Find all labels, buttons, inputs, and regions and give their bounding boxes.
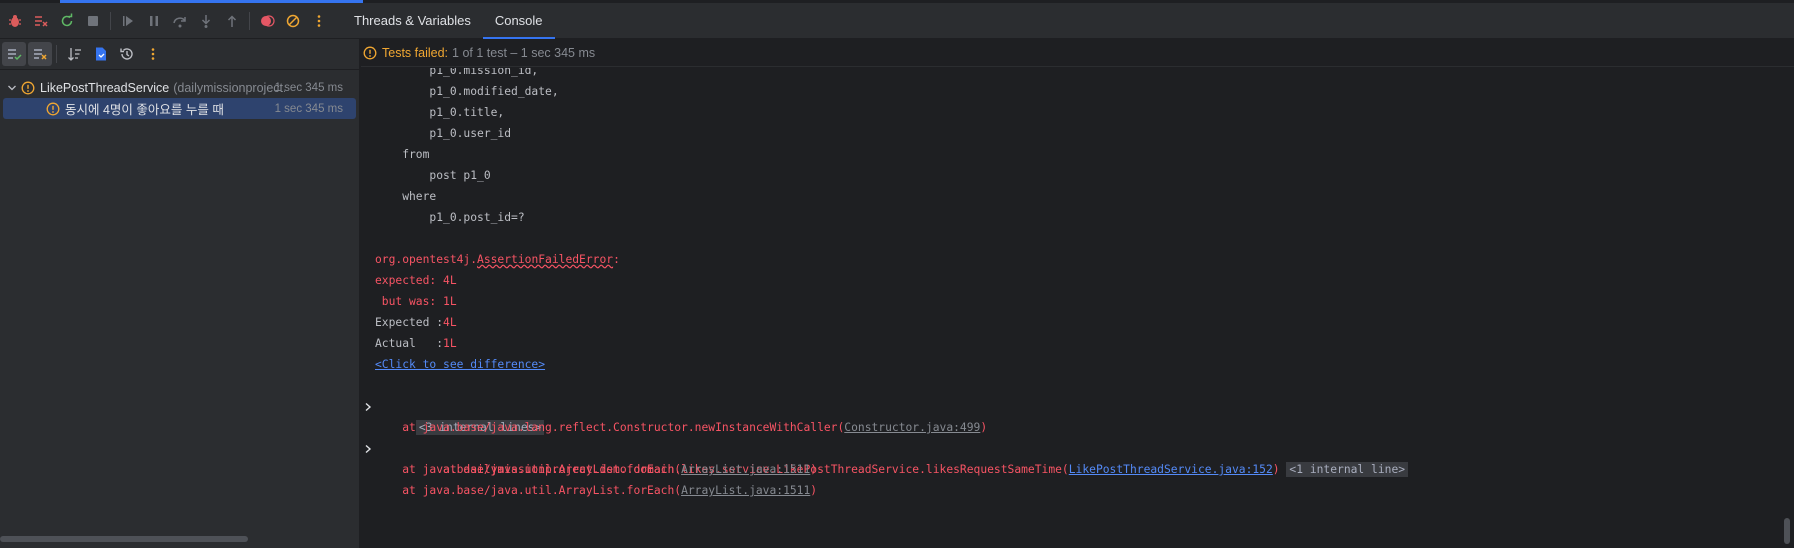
toolbar-divider: [249, 12, 250, 30]
click-to-see-difference-link[interactable]: <Click to see difference>: [375, 358, 545, 371]
step-out-icon[interactable]: [219, 8, 245, 34]
test-class-node[interactable]: LikePostThreadService (dailymissionproje…: [0, 77, 359, 98]
test-method-name: 동시에 4명이 좋아요를 누를 때: [65, 103, 224, 117]
error-package: org.opentest4j.: [375, 253, 478, 266]
test-class-name: LikePostThreadService: [40, 80, 170, 95]
stack-frame: at dailymissionproject.demo.domain.likes…: [361, 438, 1794, 477]
test-method-node[interactable]: 동시에 4명이 좋아요를 누를 때 1 sec 345 ms: [3, 98, 356, 119]
show-ignored-toggle-icon[interactable]: [28, 42, 52, 66]
log-line: p1_0.title,: [375, 106, 505, 119]
warning-icon: [45, 101, 61, 117]
stack-frame: at java.base/java.util.ArrayList.forEach…: [361, 480, 1794, 501]
test-status-line: Tests failed: 1 of 1 test – 1 sec 345 ms: [361, 39, 1794, 67]
error-but-was-line: but was: 1L: [375, 295, 457, 308]
import-tests-icon[interactable]: [89, 42, 113, 66]
diff-line: <Click to see difference>: [361, 354, 1794, 375]
step-over-icon[interactable]: [167, 8, 193, 34]
folded-internal-lines[interactable]: <3 internal lines>: [361, 396, 1794, 435]
tab-strip: Threads & Variables Console: [342, 3, 555, 39]
error-class-link[interactable]: AssertionFailedError: [477, 253, 613, 266]
stack-frame: at java.base/java.lang.reflect.Construct…: [361, 417, 1794, 438]
rerun-icon[interactable]: [54, 8, 80, 34]
expected-line: Expected :4L: [361, 312, 1794, 333]
sort-icon[interactable]: [63, 42, 87, 66]
view-breakpoints-icon[interactable]: [254, 8, 280, 34]
pause-icon[interactable]: [141, 8, 167, 34]
stack-frame-text: at java.base/java.util.ArrayList.forEach…: [375, 484, 682, 497]
mute-breakpoints-icon[interactable]: [280, 8, 306, 34]
step-into-icon[interactable]: [193, 8, 219, 34]
stop-all-icon[interactable]: [28, 8, 54, 34]
error-header-line: org.opentest4j.AssertionFailedError:: [361, 249, 1794, 270]
actual-line: Actual :1L: [361, 333, 1794, 354]
resume-icon[interactable]: [115, 8, 141, 34]
stack-frame-link[interactable]: ArrayList.java:1511: [681, 484, 810, 497]
test-runner-toolbar: [0, 39, 359, 70]
show-passed-toggle-icon[interactable]: [2, 42, 26, 66]
tests-summary: 1 of 1 test – 1 sec 345 ms: [452, 45, 596, 60]
stack-frame-link[interactable]: Constructor.java:499: [844, 421, 980, 434]
toolbar-divider: [56, 45, 57, 63]
stack-frame-text: at java.base/java.lang.reflect.Construct…: [375, 421, 845, 434]
toolbar-divider: [110, 12, 111, 30]
error-expected-line: expected: 4L: [375, 274, 457, 287]
stack-frame-paren: ): [810, 484, 818, 497]
expected-value: 4L: [443, 316, 457, 329]
chevron-right-icon[interactable]: [363, 396, 373, 417]
more-options-icon[interactable]: [306, 8, 332, 34]
vertical-scrollbar[interactable]: [1784, 518, 1790, 544]
console-output[interactable]: p1_0.mission_id, p1_0.modified_date, p1_…: [361, 68, 1794, 548]
stack-frame-link[interactable]: ArrayList.java:1511: [681, 463, 810, 476]
warning-icon: [363, 46, 377, 60]
debug-toolbar-row: Threads & Variables Console: [0, 3, 1794, 39]
chevron-down-icon[interactable]: [4, 83, 20, 93]
chevron-right-icon[interactable]: [363, 438, 373, 459]
tab-console[interactable]: Console: [482, 3, 555, 39]
log-line: p1_0.mission_id,: [375, 68, 539, 77]
test-method-duration: 1 sec 345 ms: [274, 102, 343, 115]
log-line: where: [375, 190, 437, 203]
warning-icon: [20, 80, 36, 96]
stack-frame: at java.base/java.util.ArrayList.forEach…: [361, 459, 1794, 480]
log-line: p1_0.modified_date,: [375, 85, 559, 98]
console-panel: Tests failed: 1 of 1 test – 1 sec 345 ms…: [361, 39, 1794, 548]
stack-frame-paren: ): [810, 463, 818, 476]
tests-failed-label: Tests failed:: [382, 45, 449, 60]
expected-label: Expected :: [375, 316, 444, 329]
test-runner-panel: LikePostThreadService (dailymissionproje…: [0, 39, 360, 548]
actual-value: 1L: [443, 337, 457, 350]
log-line: post p1_0: [375, 169, 491, 182]
log-line: p1_0.post_id=?: [375, 211, 525, 224]
stack-frame-paren: ): [980, 421, 988, 434]
test-tree: LikePostThreadService (dailymissionproje…: [0, 70, 359, 119]
debug-toolbar: [0, 3, 332, 39]
log-line: p1_0.user_id: [375, 127, 512, 140]
debug-bug-icon[interactable]: [2, 8, 28, 34]
error-colon: :: [613, 253, 620, 266]
stop-icon[interactable]: [80, 8, 106, 34]
horizontal-scrollbar[interactable]: [0, 536, 248, 542]
test-class-package: (dailymissionproject.: [173, 80, 286, 95]
stack-frame-text: at java.base/java.util.ArrayList.forEach…: [375, 463, 682, 476]
tab-threads-variables[interactable]: Threads & Variables: [342, 3, 483, 39]
log-line: from: [375, 148, 430, 161]
actual-label: Actual :: [375, 337, 444, 350]
history-icon[interactable]: [115, 42, 139, 66]
test-class-duration: 1 sec 345 ms: [274, 81, 343, 94]
more-options-icon[interactable]: [141, 42, 165, 66]
